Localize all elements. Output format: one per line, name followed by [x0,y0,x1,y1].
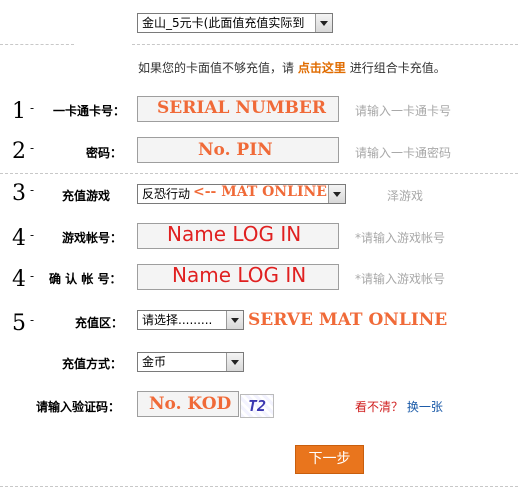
step-number-2: 2- [12,139,35,164]
step-number-4b: 4- [12,267,35,292]
payment-method-label: 充值方式： [62,357,123,371]
combine-card-link[interactable]: 点击这里 [298,61,346,75]
step-number-1: 1- [12,99,35,124]
card-number-hint: 请输入一卡通卡号 [355,104,452,118]
payment-method-value: 金币 [142,355,167,369]
login-name-annotation: Name LOG IN [167,222,302,246]
confirm-login-annotation: Name LOG IN [172,263,307,287]
password-label: 密码： [86,146,123,160]
refresh-captcha-link[interactable]: 换一张 [407,400,443,414]
mat-online-annotation: <-- MAT ONLINE [193,184,327,200]
step-number-5: 5- [12,311,35,336]
captcha-image[interactable]: T2 [240,394,274,418]
server-select-value: 请选择......... [142,313,213,327]
pin-annotation: No. PIN [198,140,273,160]
game-label: 充值游戏 [62,189,111,203]
separator-top [0,44,74,45]
payment-method-select[interactable]: 金币 [137,352,244,372]
hint-suffix: 进行组合卡充值。 [349,61,446,75]
card-value-select-value: 金山_5元卡(此面值充值实际到 [142,16,305,30]
server-annotation: SERVE MAT ONLINE [248,310,448,330]
chevron-down-icon[interactable] [226,353,243,371]
card-number-label: 一卡通卡号： [53,104,126,118]
captcha-refresh-group: 看不清？ 换一张 [355,398,443,415]
chevron-down-icon[interactable] [328,185,345,203]
game-select-value: 反恐行动 [142,187,191,201]
next-step-button[interactable]: 下一步 [295,445,364,474]
captcha-label: 请输入验证码： [36,400,121,414]
captcha-annotation: No. KOD [149,394,232,414]
confirm-account-hint: *请输入游戏帐号 [355,272,446,286]
separator-middle [0,173,518,174]
serial-number-annotation: SERIAL NUMBER [157,98,327,118]
server-label: 充值区： [75,316,124,330]
combine-card-hint: 如果您的卡面值不够充值，请 点击这里 进行组合卡充值。 [138,59,446,76]
step-number-3: 3- [12,181,35,206]
game-account-label: 游戏帐号： [62,231,123,245]
confirm-account-label: 确 认 帐 号： [49,272,122,286]
server-select[interactable]: 请选择......... [137,310,244,330]
game-hint: 泽游戏 [387,189,424,203]
step-number-4a: 4- [12,226,35,251]
card-value-select[interactable]: 金山_5元卡(此面值充值实际到 [137,13,333,33]
chevron-down-icon[interactable] [315,14,332,32]
game-account-hint: *请输入游戏帐号 [355,231,446,245]
password-hint: 请输入一卡通密码 [355,146,452,160]
hint-prefix: 如果您的卡面值不够充值，请 [138,61,295,75]
chevron-down-icon[interactable] [226,311,243,329]
unclear-text: 看不清？ [355,400,404,414]
separator-top-right [132,44,518,45]
